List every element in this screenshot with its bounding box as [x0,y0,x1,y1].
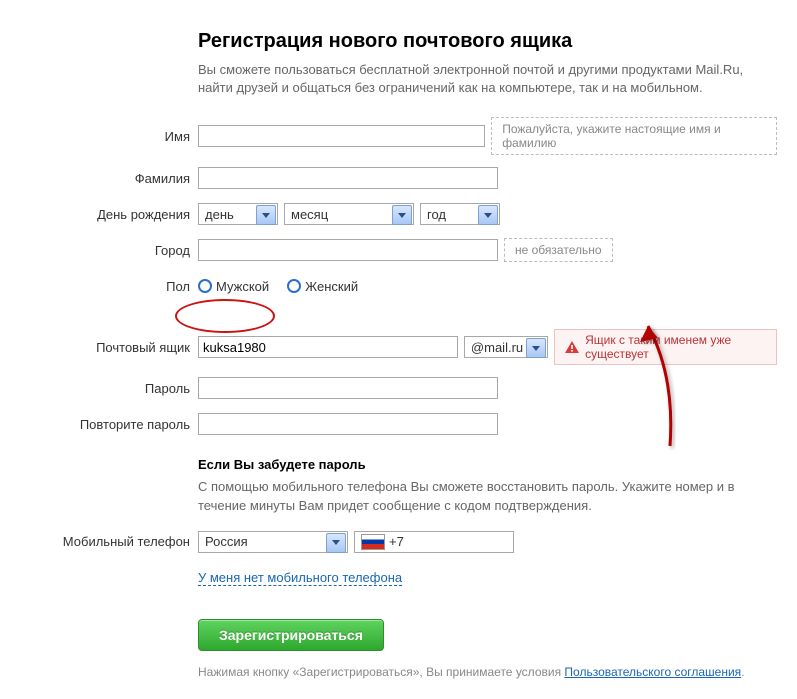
submit-button[interactable]: Зарегистрироваться [198,619,384,651]
password-repeat-input[interactable] [198,413,498,435]
birthday-day-select[interactable]: день [198,203,278,225]
page-subtitle: Вы сможете пользоваться бесплатной элект… [198,61,758,97]
city-hint: не обязательно [504,238,613,262]
mailbox-error: Ящик с таким именем уже существует [554,329,777,365]
birthday-year-value: год [427,207,446,222]
name-hint: Пожалуйста, укажите настоящие имя и фами… [491,117,777,155]
domain-value: @mail.ru [471,340,523,355]
phone-prefix-text: +7 [389,534,404,549]
recovery-heading: Если Вы забудете пароль [198,457,777,472]
radio-icon [198,279,212,293]
phone-input[interactable]: +7 [354,531,514,553]
domain-select[interactable]: @mail.ru [464,336,548,358]
label-first-name: Имя [20,129,198,144]
radio-icon [287,279,301,293]
city-input[interactable] [198,239,498,261]
gender-female-radio[interactable]: Женский [287,279,358,294]
terms-prefix: Нажимая кнопку «Зарегистрироваться», Вы … [198,665,564,679]
warning-icon [565,341,579,353]
password-input[interactable] [198,377,498,399]
birthday-day-value: день [205,207,234,222]
no-mobile-link[interactable]: У меня нет мобильного телефона [198,570,402,586]
label-password-repeat: Повторите пароль [20,417,198,432]
mailbox-input[interactable] [198,336,458,358]
label-mailbox: Почтовый ящик [20,340,198,355]
terms-text: Нажимая кнопку «Зарегистрироваться», Вы … [198,665,777,679]
chevron-down-icon [526,338,546,358]
chevron-down-icon [326,533,346,553]
label-birthday: День рождения [20,207,198,222]
birthday-month-value: месяц [291,207,328,222]
chevron-down-icon [256,205,276,225]
agreement-link[interactable]: Пользовательского соглашения [564,665,741,679]
label-mobile: Мобильный телефон [20,534,198,549]
phone-country-select[interactable]: Россия [198,531,348,553]
label-city: Город [20,243,198,258]
birthday-month-select[interactable]: месяц [284,203,414,225]
chevron-down-icon [392,205,412,225]
last-name-input[interactable] [198,167,498,189]
first-name-input[interactable] [198,125,485,147]
birthday-year-select[interactable]: год [420,203,500,225]
chevron-down-icon [478,205,498,225]
gender-male-radio[interactable]: Мужской [198,279,269,294]
label-gender: Пол [20,279,198,294]
gender-female-label: Женский [305,279,358,294]
phone-country-value: Россия [205,534,248,549]
mailbox-error-text: Ящик с таким именем уже существует [585,333,766,361]
recovery-desc: С помощью мобильного телефона Вы сможете… [198,478,758,514]
russia-flag-icon [361,534,385,550]
gender-male-label: Мужской [216,279,269,294]
label-password: Пароль [20,381,198,396]
page-title: Регистрация нового почтового ящика [198,30,777,53]
label-last-name: Фамилия [20,171,198,186]
